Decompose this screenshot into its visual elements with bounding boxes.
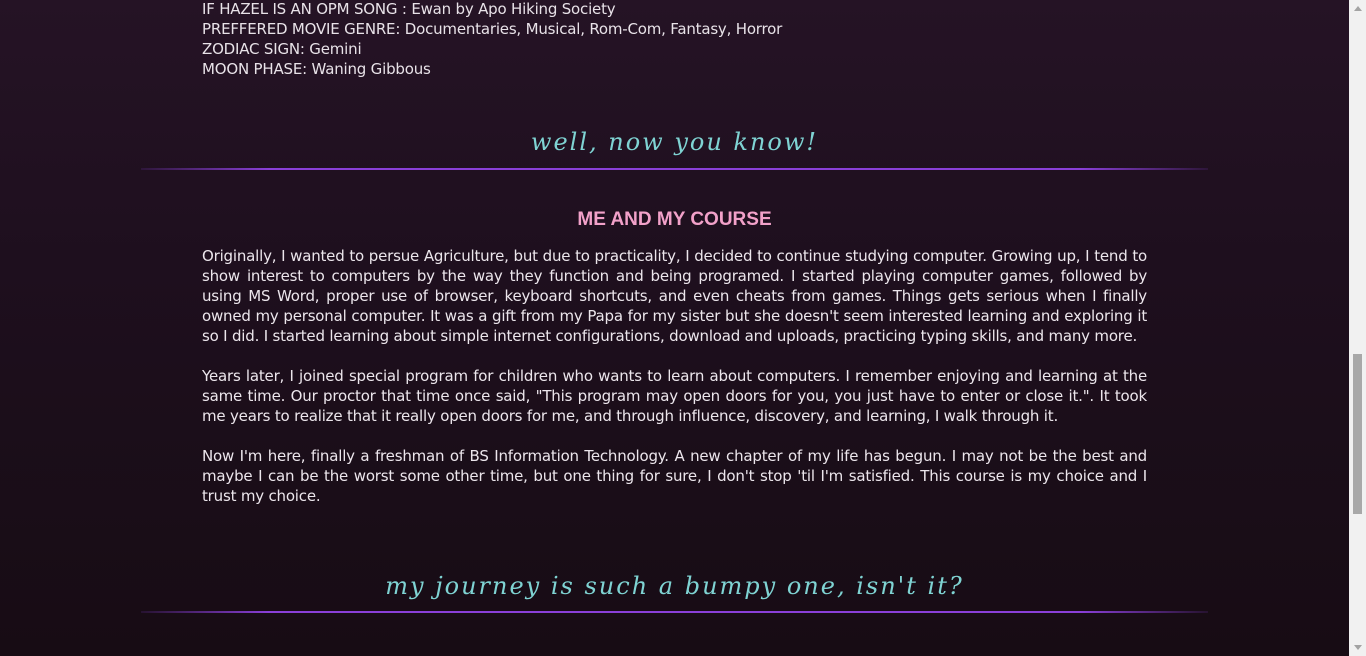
vertical-scrollbar[interactable] [1349, 0, 1366, 656]
course-paragraph-1: Originally, I wanted to persue Agricultu… [202, 247, 1147, 345]
info-movie-genre: PREFFERED MOVIE GENRE: Documentaries, Mu… [202, 20, 783, 38]
section-title: ME AND MY COURSE [577, 209, 772, 230]
scrollbar-thumb[interactable] [1353, 354, 1362, 514]
info-list: IF HAZEL IS AN OPM SONG : Ewan by Apo Hi… [202, 0, 782, 79]
info-moon-phase: MOON PHASE: Waning Gibbous [202, 60, 431, 78]
course-paragraph-3: Now I'm here, finally a freshman of BS I… [202, 447, 1147, 505]
section-divider [141, 168, 1208, 170]
tagline-bumpy-journey: my journey is such a bumpy one, isn't it… [385, 572, 964, 600]
info-opm-song: IF HAZEL IS AN OPM SONG : Ewan by Apo Hi… [202, 0, 616, 18]
course-paragraph-2: Years later, I joined special program fo… [202, 367, 1147, 425]
info-zodiac-sign: ZODIAC SIGN: Gemini [202, 40, 362, 58]
scroll-down-icon[interactable] [1349, 639, 1366, 656]
section-divider [141, 611, 1208, 613]
scroll-up-icon[interactable] [1349, 0, 1366, 17]
tagline-well-now-you-know: well, now you know! [530, 128, 819, 156]
page-content: IF HAZEL IS AN OPM SONG : Ewan by Apo Hi… [0, 0, 1349, 656]
